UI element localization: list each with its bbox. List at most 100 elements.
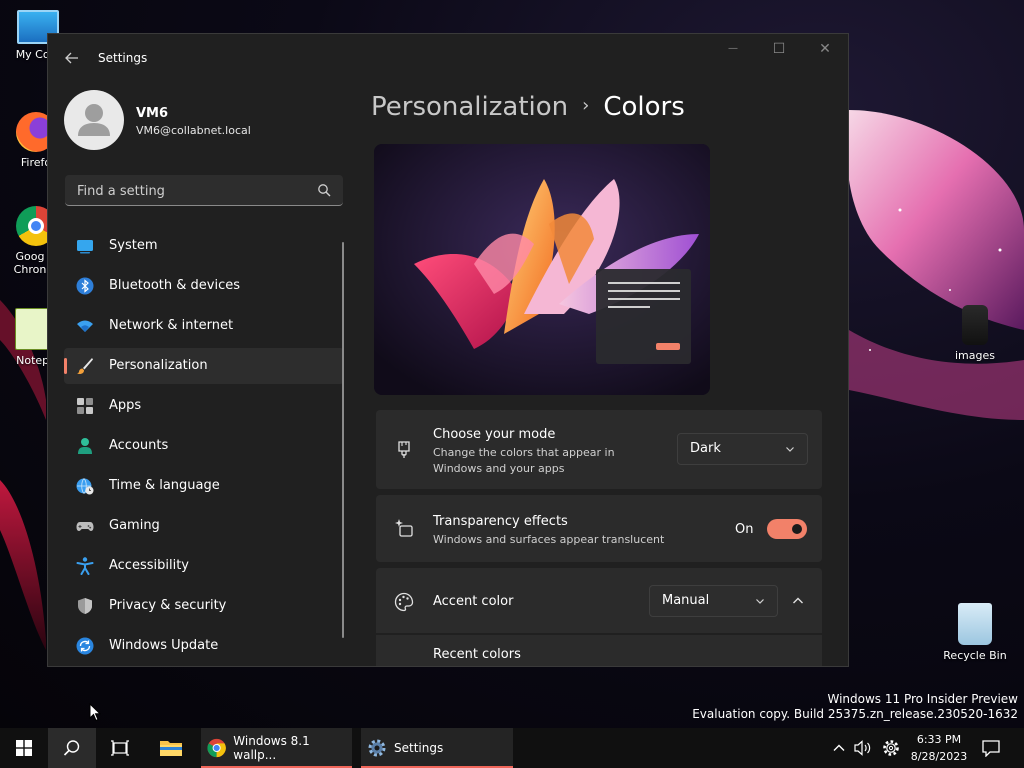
nav-label: Privacy & security — [109, 598, 227, 613]
windows-logo-icon — [16, 740, 32, 756]
taskbar-clock[interactable]: 6:33 PM 8/28/2023 — [906, 731, 972, 765]
desktop-icon-label: Recycle Bin — [943, 649, 1007, 662]
globe-clock-icon — [76, 478, 94, 495]
nav-item-system[interactable]: System — [64, 228, 344, 264]
shield-icon — [78, 598, 92, 614]
nav-item-bluetooth[interactable]: Bluetooth & devices — [64, 268, 344, 304]
recent-colors-label: Recent colors — [433, 647, 521, 662]
start-button[interactable] — [0, 728, 48, 768]
mouse-cursor-icon — [89, 703, 101, 722]
accent-divider — [376, 633, 822, 635]
toggle-knob — [792, 524, 802, 534]
nav-label: Personalization — [109, 358, 208, 373]
task-view-button[interactable] — [96, 728, 144, 768]
mode-title: Choose your mode — [433, 427, 556, 442]
mode-dropdown-value: Dark — [690, 441, 721, 456]
taskbar-chrome-app[interactable]: Windows 8.1 wallp... — [201, 728, 352, 768]
back-button[interactable] — [62, 48, 82, 68]
mode-dropdown[interactable]: Dark — [677, 433, 808, 465]
settings-gear-tray-icon[interactable] — [882, 739, 900, 757]
title-bar[interactable]: Settings — ☐ ✕ — [48, 34, 848, 80]
palette-icon — [394, 592, 414, 612]
search-icon — [63, 740, 80, 756]
taskbar-settings-label: Settings — [394, 741, 444, 755]
nav-item-personalization[interactable]: Personalization — [64, 348, 344, 384]
nav-label: Apps — [109, 398, 142, 413]
person-icon — [78, 104, 110, 136]
nav-label: Network & internet — [109, 318, 234, 333]
nav-label: Accessibility — [109, 558, 189, 573]
desktop-icon-recycle-bin[interactable]: Recycle Bin — [939, 603, 1011, 662]
settings-window: Settings — ☐ ✕ VM6 VM6@collabnet.local S… — [47, 33, 849, 667]
sparkle-window-icon — [395, 519, 413, 537]
transparency-card: Transparency effects Windows and surface… — [376, 495, 822, 562]
accent-dropdown-value: Manual — [662, 593, 710, 608]
watermark-build: Evaluation copy. Build 25375.zn_release.… — [692, 707, 1018, 721]
recycle-bin-icon — [958, 603, 992, 645]
system-monitor-icon — [77, 240, 93, 254]
bluetooth-icon — [76, 277, 94, 295]
nav-label: System — [109, 238, 158, 253]
task-view-icon — [111, 740, 129, 756]
desktop-icon-images[interactable]: images — [939, 305, 1011, 362]
nav-item-privacy-security[interactable]: Privacy & security — [64, 588, 344, 624]
nav-item-gaming[interactable]: Gaming — [64, 508, 344, 544]
breadcrumb: Personalization › Colors — [371, 92, 685, 122]
transparency-description: Windows and surfaces appear translucent — [433, 533, 665, 546]
nav-item-time-language[interactable]: Time & language — [64, 468, 344, 504]
accent-title: Accent color — [433, 594, 514, 609]
watermark-edition: Windows 11 Pro Insider Preview — [827, 692, 1018, 706]
transparency-state-label: On — [735, 522, 754, 537]
settings-nav: System Bluetooth & devices Network & int… — [64, 228, 344, 666]
collapse-chevron-up-icon[interactable] — [792, 596, 804, 606]
breadcrumb-parent[interactable]: Personalization — [371, 92, 568, 122]
user-profile[interactable]: VM6 VM6@collabnet.local — [64, 90, 344, 152]
update-sync-icon — [76, 637, 94, 655]
choose-mode-card: Choose your mode Change the colors that … — [376, 410, 822, 489]
nav-item-windows-update[interactable]: Windows Update — [64, 628, 344, 664]
back-arrow-icon — [65, 52, 78, 64]
clock-date: 8/28/2023 — [910, 750, 968, 763]
chevron-down-icon — [756, 599, 764, 604]
nav-label: Bluetooth & devices — [109, 278, 240, 293]
nav-label: Accounts — [109, 438, 169, 453]
bloom-wallpaper-preview — [374, 144, 710, 395]
folder-image-icon — [962, 305, 988, 345]
nav-label: Time & language — [109, 478, 220, 493]
search-box[interactable] — [65, 175, 343, 206]
taskbar-settings-app[interactable]: Settings — [361, 728, 513, 768]
notification-center-icon[interactable] — [982, 740, 1000, 757]
nav-scrollbar[interactable] — [342, 242, 344, 638]
tray-chevron-up-icon[interactable] — [832, 742, 846, 754]
nav-item-apps[interactable]: Apps — [64, 388, 344, 424]
nav-label: Windows Update — [109, 638, 219, 653]
taskbar: Windows 8.1 wallp... Settings 6:33 PM 8/… — [0, 728, 1024, 768]
desktop-icon-label: images — [955, 349, 995, 362]
profile-email: VM6@collabnet.local — [136, 124, 251, 137]
close-button[interactable]: ✕ — [802, 34, 848, 66]
clock-time: 6:33 PM — [916, 733, 962, 746]
desktop-icon-label: Goog Chron — [13, 250, 47, 276]
nav-item-accessibility[interactable]: Accessibility — [64, 548, 344, 584]
gamepad-icon — [76, 522, 94, 531]
avatar — [64, 90, 124, 150]
nav-item-accounts[interactable]: Accounts — [64, 428, 344, 464]
windows-watermark: Windows 11 Pro Insider Preview Evaluatio… — [692, 692, 1018, 722]
accent-dropdown[interactable]: Manual — [649, 585, 778, 617]
file-explorer-button[interactable] — [148, 728, 194, 768]
taskbar-search-button[interactable] — [48, 728, 96, 768]
speaker-volume-icon[interactable] — [854, 740, 872, 756]
search-input[interactable] — [75, 181, 309, 201]
minimize-button[interactable]: — — [710, 34, 756, 66]
gear-icon — [368, 739, 386, 757]
maximize-button[interactable]: ☐ — [756, 34, 802, 66]
folder-icon — [160, 741, 182, 756]
page-title: Colors — [603, 92, 685, 122]
mode-description: Change the colors that appear in Windows… — [433, 446, 615, 475]
transparency-title: Transparency effects — [433, 514, 568, 529]
chrome-icon — [207, 738, 226, 758]
search-icon[interactable] — [317, 183, 331, 197]
window-title: Settings — [98, 51, 148, 65]
nav-item-network[interactable]: Network & internet — [64, 308, 344, 344]
transparency-toggle[interactable] — [767, 519, 807, 539]
